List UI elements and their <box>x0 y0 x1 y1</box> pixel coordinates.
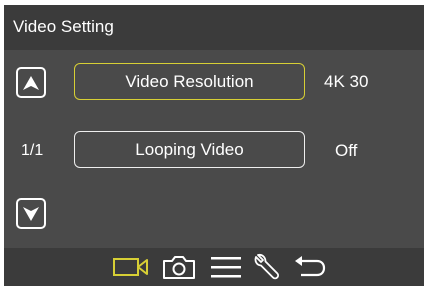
video-resolution-value: 4K 30 <box>324 72 369 91</box>
bottom-tab-bar <box>4 248 424 286</box>
scroll-down-button[interactable] <box>16 198 46 229</box>
scroll-up-button[interactable] <box>16 67 46 98</box>
camera-settings-screen: Video Setting 1/1 Video Resolution 4K 30… <box>4 5 424 286</box>
back-icon <box>295 256 326 277</box>
wrench-icon <box>254 253 279 280</box>
video-camera-icon <box>113 258 148 276</box>
tab-video[interactable] <box>113 248 149 286</box>
video-resolution-button[interactable]: Video Resolution <box>74 63 305 100</box>
tab-tools[interactable] <box>253 248 281 286</box>
arrow-up-icon <box>23 75 39 90</box>
page-indicator: 1/1 <box>21 142 44 159</box>
page-title: Video Setting <box>13 17 114 36</box>
menu-icon <box>211 257 241 278</box>
header-bar: Video Setting <box>4 5 424 50</box>
option-label: Looping Video <box>135 139 244 159</box>
arrow-down-icon <box>23 206 39 221</box>
camera-icon <box>163 256 195 279</box>
tab-menu[interactable] <box>210 248 242 286</box>
tab-photo[interactable] <box>162 248 196 286</box>
tab-back[interactable] <box>293 248 327 286</box>
looping-video-button[interactable]: Looping Video <box>74 131 305 168</box>
option-label: Video Resolution <box>125 71 254 91</box>
looping-video-value: Off <box>335 141 358 160</box>
